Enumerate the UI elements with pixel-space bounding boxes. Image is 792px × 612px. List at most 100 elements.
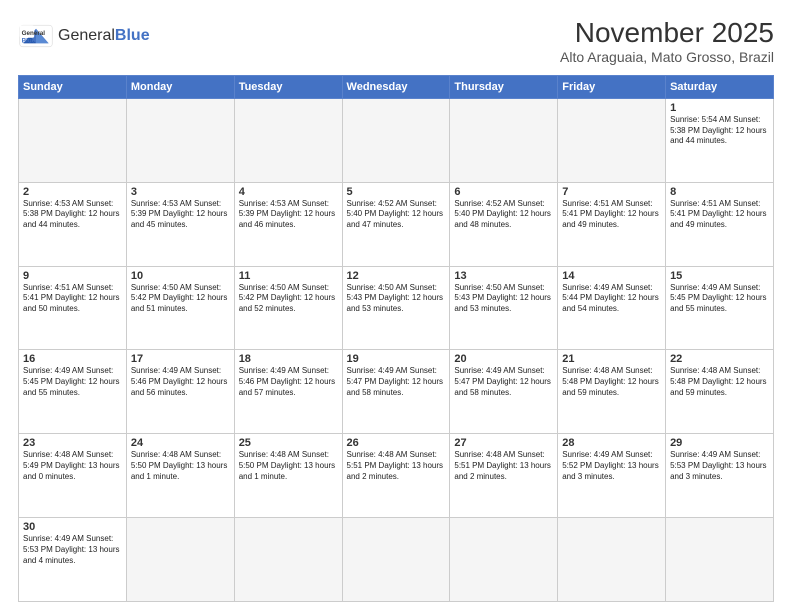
day-number: 29: [670, 437, 769, 449]
calendar-cell: [234, 98, 342, 182]
calendar-cell: 27Sunrise: 4:48 AM Sunset: 5:51 PM Dayli…: [450, 434, 558, 518]
svg-text:General: General: [22, 30, 46, 37]
day-number: 21: [562, 353, 661, 365]
day-info: Sunrise: 4:49 AM Sunset: 5:47 PM Dayligh…: [454, 366, 553, 398]
page: General Blue GeneralBlue November 2025 A…: [0, 0, 792, 612]
day-info: Sunrise: 4:48 AM Sunset: 5:48 PM Dayligh…: [562, 366, 661, 398]
calendar-cell: [126, 518, 234, 602]
day-number: 12: [347, 270, 446, 282]
calendar-cell: 14Sunrise: 4:49 AM Sunset: 5:44 PM Dayli…: [558, 266, 666, 350]
calendar-header-row: Sunday Monday Tuesday Wednesday Thursday…: [19, 75, 774, 98]
day-number: 3: [131, 186, 230, 198]
calendar-cell: [342, 518, 450, 602]
calendar-cell: 2Sunrise: 4:53 AM Sunset: 5:38 PM Daylig…: [19, 182, 127, 266]
header-friday: Friday: [558, 75, 666, 98]
header-saturday: Saturday: [666, 75, 774, 98]
calendar-cell: 30Sunrise: 4:49 AM Sunset: 5:53 PM Dayli…: [19, 518, 127, 602]
day-number: 19: [347, 353, 446, 365]
calendar-cell: [342, 98, 450, 182]
header: General Blue GeneralBlue November 2025 A…: [18, 18, 774, 65]
day-number: 8: [670, 186, 769, 198]
logo-text: GeneralBlue: [58, 26, 150, 45]
day-info: Sunrise: 4:48 AM Sunset: 5:49 PM Dayligh…: [23, 450, 122, 482]
header-tuesday: Tuesday: [234, 75, 342, 98]
day-info: Sunrise: 4:49 AM Sunset: 5:45 PM Dayligh…: [23, 366, 122, 398]
day-number: 27: [454, 437, 553, 449]
day-number: 7: [562, 186, 661, 198]
calendar-cell: 26Sunrise: 4:48 AM Sunset: 5:51 PM Dayli…: [342, 434, 450, 518]
day-info: Sunrise: 4:49 AM Sunset: 5:46 PM Dayligh…: [239, 366, 338, 398]
calendar-cell: 16Sunrise: 4:49 AM Sunset: 5:45 PM Dayli…: [19, 350, 127, 434]
calendar-cell: 13Sunrise: 4:50 AM Sunset: 5:43 PM Dayli…: [450, 266, 558, 350]
day-info: Sunrise: 4:50 AM Sunset: 5:43 PM Dayligh…: [454, 283, 553, 315]
header-thursday: Thursday: [450, 75, 558, 98]
header-sunday: Sunday: [19, 75, 127, 98]
day-number: 4: [239, 186, 338, 198]
day-number: 17: [131, 353, 230, 365]
day-number: 10: [131, 270, 230, 282]
calendar-cell: 3Sunrise: 4:53 AM Sunset: 5:39 PM Daylig…: [126, 182, 234, 266]
calendar-cell: 24Sunrise: 4:48 AM Sunset: 5:50 PM Dayli…: [126, 434, 234, 518]
day-info: Sunrise: 4:49 AM Sunset: 5:46 PM Dayligh…: [131, 366, 230, 398]
calendar-cell: [126, 98, 234, 182]
day-info: Sunrise: 4:53 AM Sunset: 5:39 PM Dayligh…: [239, 199, 338, 231]
day-number: 20: [454, 353, 553, 365]
calendar-cell: 15Sunrise: 4:49 AM Sunset: 5:45 PM Dayli…: [666, 266, 774, 350]
calendar-cell: 29Sunrise: 4:49 AM Sunset: 5:53 PM Dayli…: [666, 434, 774, 518]
day-number: 23: [23, 437, 122, 449]
calendar-table: Sunday Monday Tuesday Wednesday Thursday…: [18, 75, 774, 602]
day-info: Sunrise: 4:50 AM Sunset: 5:42 PM Dayligh…: [239, 283, 338, 315]
day-info: Sunrise: 4:49 AM Sunset: 5:53 PM Dayligh…: [670, 450, 769, 482]
calendar-cell: 18Sunrise: 4:49 AM Sunset: 5:46 PM Dayli…: [234, 350, 342, 434]
calendar-cell: 5Sunrise: 4:52 AM Sunset: 5:40 PM Daylig…: [342, 182, 450, 266]
day-info: Sunrise: 4:49 AM Sunset: 5:53 PM Dayligh…: [23, 534, 122, 566]
day-info: Sunrise: 4:50 AM Sunset: 5:42 PM Dayligh…: [131, 283, 230, 315]
calendar-cell: 10Sunrise: 4:50 AM Sunset: 5:42 PM Dayli…: [126, 266, 234, 350]
day-number: 22: [670, 353, 769, 365]
calendar-cell: 21Sunrise: 4:48 AM Sunset: 5:48 PM Dayli…: [558, 350, 666, 434]
calendar-cell: 7Sunrise: 4:51 AM Sunset: 5:41 PM Daylig…: [558, 182, 666, 266]
day-info: Sunrise: 4:48 AM Sunset: 5:50 PM Dayligh…: [239, 450, 338, 482]
calendar-cell: 28Sunrise: 4:49 AM Sunset: 5:52 PM Dayli…: [558, 434, 666, 518]
calendar-cell: [666, 518, 774, 602]
day-number: 30: [23, 521, 122, 533]
calendar-cell: [19, 98, 127, 182]
calendar-cell: [450, 518, 558, 602]
calendar-cell: [558, 98, 666, 182]
day-info: Sunrise: 4:48 AM Sunset: 5:50 PM Dayligh…: [131, 450, 230, 482]
day-info: Sunrise: 4:52 AM Sunset: 5:40 PM Dayligh…: [347, 199, 446, 231]
day-info: Sunrise: 4:49 AM Sunset: 5:44 PM Dayligh…: [562, 283, 661, 315]
calendar-cell: 12Sunrise: 4:50 AM Sunset: 5:43 PM Dayli…: [342, 266, 450, 350]
calendar-cell: 9Sunrise: 4:51 AM Sunset: 5:41 PM Daylig…: [19, 266, 127, 350]
day-number: 2: [23, 186, 122, 198]
generalblue-logo-icon: General Blue: [18, 18, 54, 54]
calendar-cell: 17Sunrise: 4:49 AM Sunset: 5:46 PM Dayli…: [126, 350, 234, 434]
day-number: 11: [239, 270, 338, 282]
calendar-cell: [450, 98, 558, 182]
day-info: Sunrise: 4:52 AM Sunset: 5:40 PM Dayligh…: [454, 199, 553, 231]
day-number: 16: [23, 353, 122, 365]
day-info: Sunrise: 5:54 AM Sunset: 5:38 PM Dayligh…: [670, 115, 769, 147]
day-number: 9: [23, 270, 122, 282]
day-info: Sunrise: 4:51 AM Sunset: 5:41 PM Dayligh…: [562, 199, 661, 231]
day-info: Sunrise: 4:50 AM Sunset: 5:43 PM Dayligh…: [347, 283, 446, 315]
calendar-cell: 23Sunrise: 4:48 AM Sunset: 5:49 PM Dayli…: [19, 434, 127, 518]
calendar-cell: [558, 518, 666, 602]
calendar-cell: 19Sunrise: 4:49 AM Sunset: 5:47 PM Dayli…: [342, 350, 450, 434]
day-info: Sunrise: 4:51 AM Sunset: 5:41 PM Dayligh…: [670, 199, 769, 231]
day-info: Sunrise: 4:48 AM Sunset: 5:51 PM Dayligh…: [454, 450, 553, 482]
day-number: 1: [670, 102, 769, 114]
day-number: 28: [562, 437, 661, 449]
calendar-cell: 22Sunrise: 4:48 AM Sunset: 5:48 PM Dayli…: [666, 350, 774, 434]
calendar-cell: 25Sunrise: 4:48 AM Sunset: 5:50 PM Dayli…: [234, 434, 342, 518]
day-info: Sunrise: 4:48 AM Sunset: 5:48 PM Dayligh…: [670, 366, 769, 398]
calendar-subtitle: Alto Araguaia, Mato Grosso, Brazil: [560, 49, 774, 65]
day-number: 14: [562, 270, 661, 282]
calendar-cell: 11Sunrise: 4:50 AM Sunset: 5:42 PM Dayli…: [234, 266, 342, 350]
day-info: Sunrise: 4:53 AM Sunset: 5:38 PM Dayligh…: [23, 199, 122, 231]
day-info: Sunrise: 4:49 AM Sunset: 5:45 PM Dayligh…: [670, 283, 769, 315]
day-info: Sunrise: 4:48 AM Sunset: 5:51 PM Dayligh…: [347, 450, 446, 482]
calendar-cell: 6Sunrise: 4:52 AM Sunset: 5:40 PM Daylig…: [450, 182, 558, 266]
calendar-cell: 20Sunrise: 4:49 AM Sunset: 5:47 PM Dayli…: [450, 350, 558, 434]
day-info: Sunrise: 4:53 AM Sunset: 5:39 PM Dayligh…: [131, 199, 230, 231]
